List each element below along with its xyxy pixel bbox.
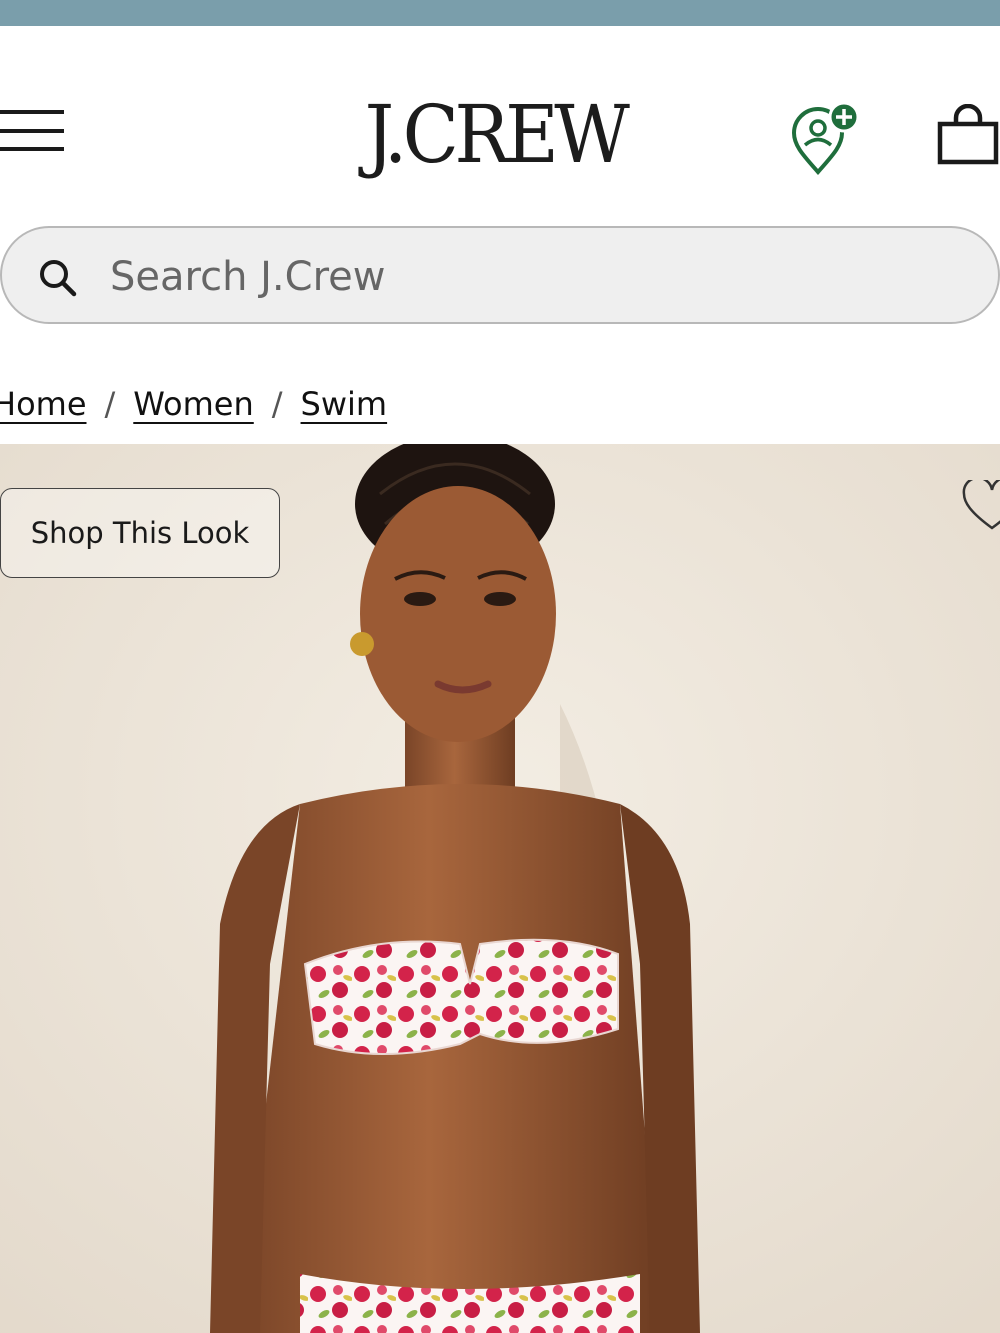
wishlist-button[interactable]	[960, 480, 1000, 532]
shop-this-look-button[interactable]: Shop This Look	[0, 488, 280, 578]
rewards-button[interactable]	[786, 100, 866, 180]
top-banner-bar	[0, 0, 1000, 26]
shopping-bag-icon	[937, 103, 999, 165]
site-header: J.CREW	[0, 26, 1000, 196]
breadcrumb-home-link[interactable]: Home	[0, 385, 87, 423]
search-icon[interactable]	[36, 256, 80, 300]
breadcrumb: Home / Women / Swim	[0, 382, 387, 426]
shopping-bag-button[interactable]	[934, 103, 1000, 170]
search-bar[interactable]	[0, 226, 1000, 324]
rewards-location-plus-icon	[791, 101, 860, 176]
breadcrumb-separator: /	[271, 385, 283, 423]
hamburger-line	[0, 147, 64, 151]
breadcrumb-separator: /	[104, 385, 116, 423]
hamburger-line	[0, 129, 64, 133]
search-input[interactable]	[108, 246, 972, 308]
menu-button[interactable]	[0, 110, 66, 152]
hamburger-menu-icon	[0, 110, 64, 114]
breadcrumb-swim-link[interactable]: Swim	[301, 385, 388, 423]
heart-icon	[962, 480, 1000, 530]
jcrew-logo[interactable]: J.CREW	[343, 90, 647, 180]
breadcrumb-women-link[interactable]: Women	[133, 385, 253, 423]
